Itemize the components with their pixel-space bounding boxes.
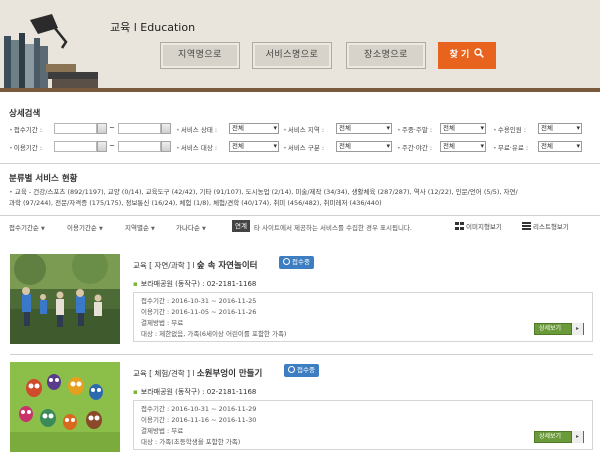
filter-row-1: 접수기간 : ~ 서비스 상태 : 전체 서비스 지역 : 전체 주중·주말 :…	[0, 122, 600, 136]
service-region-label: 서비스 지역 :	[283, 124, 324, 134]
fee-select[interactable]: 전체	[538, 141, 582, 152]
sort-alpha[interactable]: 가나다순 ▼	[176, 222, 206, 232]
service-thumbnail[interactable]	[10, 254, 120, 344]
sort-label: 접수기간순	[9, 224, 39, 232]
clock-icon	[283, 258, 290, 265]
sort-label: 이용기간순	[67, 224, 97, 232]
venue-info: 보라매공원 (동작구) : 02-2181-1168	[133, 387, 257, 397]
down-arrow-icon: ▼	[151, 226, 155, 232]
down-arrow-icon: ▼	[40, 226, 45, 232]
detail-view-button[interactable]: 상세보기	[534, 323, 584, 335]
service-title[interactable]: 교육 [ 자연/과학 ] l 숲 속 자연놀이터	[133, 259, 257, 271]
list-view-button[interactable]: 리스트형보기	[522, 221, 569, 231]
capacity-select[interactable]: 전체	[538, 123, 582, 134]
sort-use[interactable]: 이용기간순 ▼	[67, 222, 103, 232]
magnifier-icon	[474, 48, 485, 58]
search-by-region-button[interactable]: 지역명으로	[160, 42, 240, 69]
grid-icon	[455, 222, 464, 230]
category-status-title: 분류별 서비스 현황	[9, 174, 78, 184]
category-line-1[interactable]: 교육 - 건강/스포츠 (892/1197), 교양 (0/14), 교육도구 …	[15, 188, 518, 196]
detail-view-button[interactable]: 상세보기	[534, 431, 584, 443]
payment-method: 결제방법 : 무료	[141, 319, 184, 327]
section-divider	[0, 215, 600, 216]
receipt-period: 접수기간 : 2016-10-31 ~ 2016-11-25	[141, 297, 257, 305]
day-night-label: 주간·야간 :	[397, 142, 432, 152]
books-lamp-illustration	[4, 14, 98, 88]
card-divider	[10, 354, 593, 355]
service-info-box: 접수기간 : 2016-10-31 ~ 2016-11-29 이용기간 : 20…	[133, 400, 593, 450]
find-label: 찾 기	[449, 50, 470, 60]
linked-chip: 연계	[232, 220, 250, 232]
service-name: 숲 속 자연놀이터	[196, 261, 258, 271]
use-period-label: 이용기간 :	[9, 142, 42, 152]
list-view-label: 리스트형보기	[533, 223, 569, 231]
service-status-select[interactable]: 전체	[229, 123, 279, 134]
service-thumbnail[interactable]	[10, 362, 120, 452]
venue-info: 보라매공원 (동작구) : 02-2181-1168	[133, 279, 257, 289]
service-target: 대상 : 가족(초등학생을 포함한 가족)	[141, 438, 241, 446]
down-arrow-icon: ▼	[202, 226, 206, 232]
clock-icon	[288, 366, 295, 373]
filter-row-2: 이용기간 : ~ 서비스 대상 : 전체 서비스 구분 : 전체 주간·야간 :…	[0, 140, 600, 154]
service-name: 소원부엉이 만들기	[196, 369, 263, 379]
day-night-select[interactable]: 전체	[440, 141, 486, 152]
search-by-place-button[interactable]: 장소명으로	[346, 42, 426, 69]
service-category: 교육 [ 자연/과학 ] l	[133, 261, 195, 270]
use-start-input[interactable]	[54, 141, 97, 152]
receipt-end-input[interactable]	[118, 123, 161, 134]
service-target-select[interactable]: 전체	[229, 141, 279, 152]
service-type-label: 서비스 구분 :	[283, 142, 324, 152]
sort-label: 가나다순	[176, 224, 200, 232]
service-target: 대상 : 제한없음, 가족(6세이상 어린이를 포함한 가족)	[141, 330, 287, 338]
receipt-period: 접수기간 : 2016-10-31 ~ 2016-11-29	[141, 405, 257, 413]
range-tilde: ~	[109, 142, 115, 150]
service-type-select[interactable]: 전체	[336, 141, 392, 152]
status-label: 접수중	[292, 258, 310, 266]
fee-label: 무료·유료 :	[493, 142, 528, 152]
use-end-input[interactable]	[118, 141, 161, 152]
find-button[interactable]: 찾 기	[438, 42, 496, 69]
search-by-service-button[interactable]: 서비스명으로	[252, 42, 332, 69]
down-arrow-icon: ▼	[98, 226, 103, 232]
image-view-label: 이미지형보기	[466, 223, 502, 231]
calendar-icon[interactable]	[161, 141, 171, 152]
sort-bar: 접수기간순 ▼ 이용기간순 ▼ 지역별순 ▼ 가나다순 ▼ 연계 타 사이트에서…	[0, 219, 600, 235]
section-divider	[0, 163, 600, 164]
weekday-weekend-select[interactable]: 전체	[440, 123, 486, 134]
page-header: 교육 l Education 지역명으로 서비스명으로 장소명으로 찾 기	[0, 0, 600, 92]
service-target-label: 서비스 대상 :	[176, 142, 217, 152]
calendar-icon[interactable]	[161, 123, 171, 134]
status-badge: 접수중	[284, 364, 319, 377]
service-card: 교육 [ 체험/견학 ] l 소원부엉이 만들기 접수중 보라매공원 (동작구)…	[0, 362, 600, 462]
service-card: 교육 [ 자연/과학 ] l 숲 속 자연놀이터 접수중 보라매공원 (동작구)…	[0, 254, 600, 354]
service-status-label: 서비스 상태 :	[176, 124, 217, 134]
category-line-2[interactable]: 과학 (97/244), 전문/자격증 (175/175), 정보통신 (16/…	[9, 199, 382, 207]
status-badge: 접수중	[279, 256, 314, 269]
category-title: 교육 l Education	[110, 21, 196, 34]
service-category: 교육 [ 체험/견학 ] l	[133, 369, 195, 378]
range-tilde: ~	[109, 124, 115, 132]
calendar-icon[interactable]	[97, 141, 107, 152]
category-list[interactable]: • 교육 - 건강/스포츠 (892/1197), 교양 (0/14), 교육도구…	[9, 187, 594, 209]
detail-search-title: 상세검색	[9, 109, 41, 119]
use-period: 이용기간 : 2016-11-16 ~ 2016-11-30	[141, 416, 257, 424]
service-info-box: 접수기간 : 2016-10-31 ~ 2016-11-25 이용기간 : 20…	[133, 292, 593, 342]
calendar-icon[interactable]	[97, 123, 107, 134]
linked-notice: 타 사이트에서 제공하는 서비스를 수집한 경우 표시됩니다.	[254, 224, 412, 232]
status-label: 접수중	[297, 366, 315, 374]
receipt-period-label: 접수기간 :	[9, 124, 42, 134]
service-title[interactable]: 교육 [ 체험/견학 ] l 소원부엉이 만들기	[133, 367, 262, 379]
payment-method: 결제방법 : 무료	[141, 427, 184, 435]
receipt-start-input[interactable]	[54, 123, 97, 134]
sort-region[interactable]: 지역별순 ▼	[125, 222, 155, 232]
weekday-weekend-label: 주중·주말 :	[397, 124, 432, 134]
sort-receipt[interactable]: 접수기간순 ▼	[9, 222, 45, 232]
capacity-label: 수용인원 :	[493, 124, 526, 134]
sort-label: 지역별순	[125, 224, 149, 232]
list-icon	[522, 222, 531, 230]
use-period: 이용기간 : 2016-11-05 ~ 2016-11-26	[141, 308, 257, 316]
image-view-button[interactable]: 이미지형보기	[455, 221, 502, 231]
service-region-select[interactable]: 전체	[336, 123, 392, 134]
